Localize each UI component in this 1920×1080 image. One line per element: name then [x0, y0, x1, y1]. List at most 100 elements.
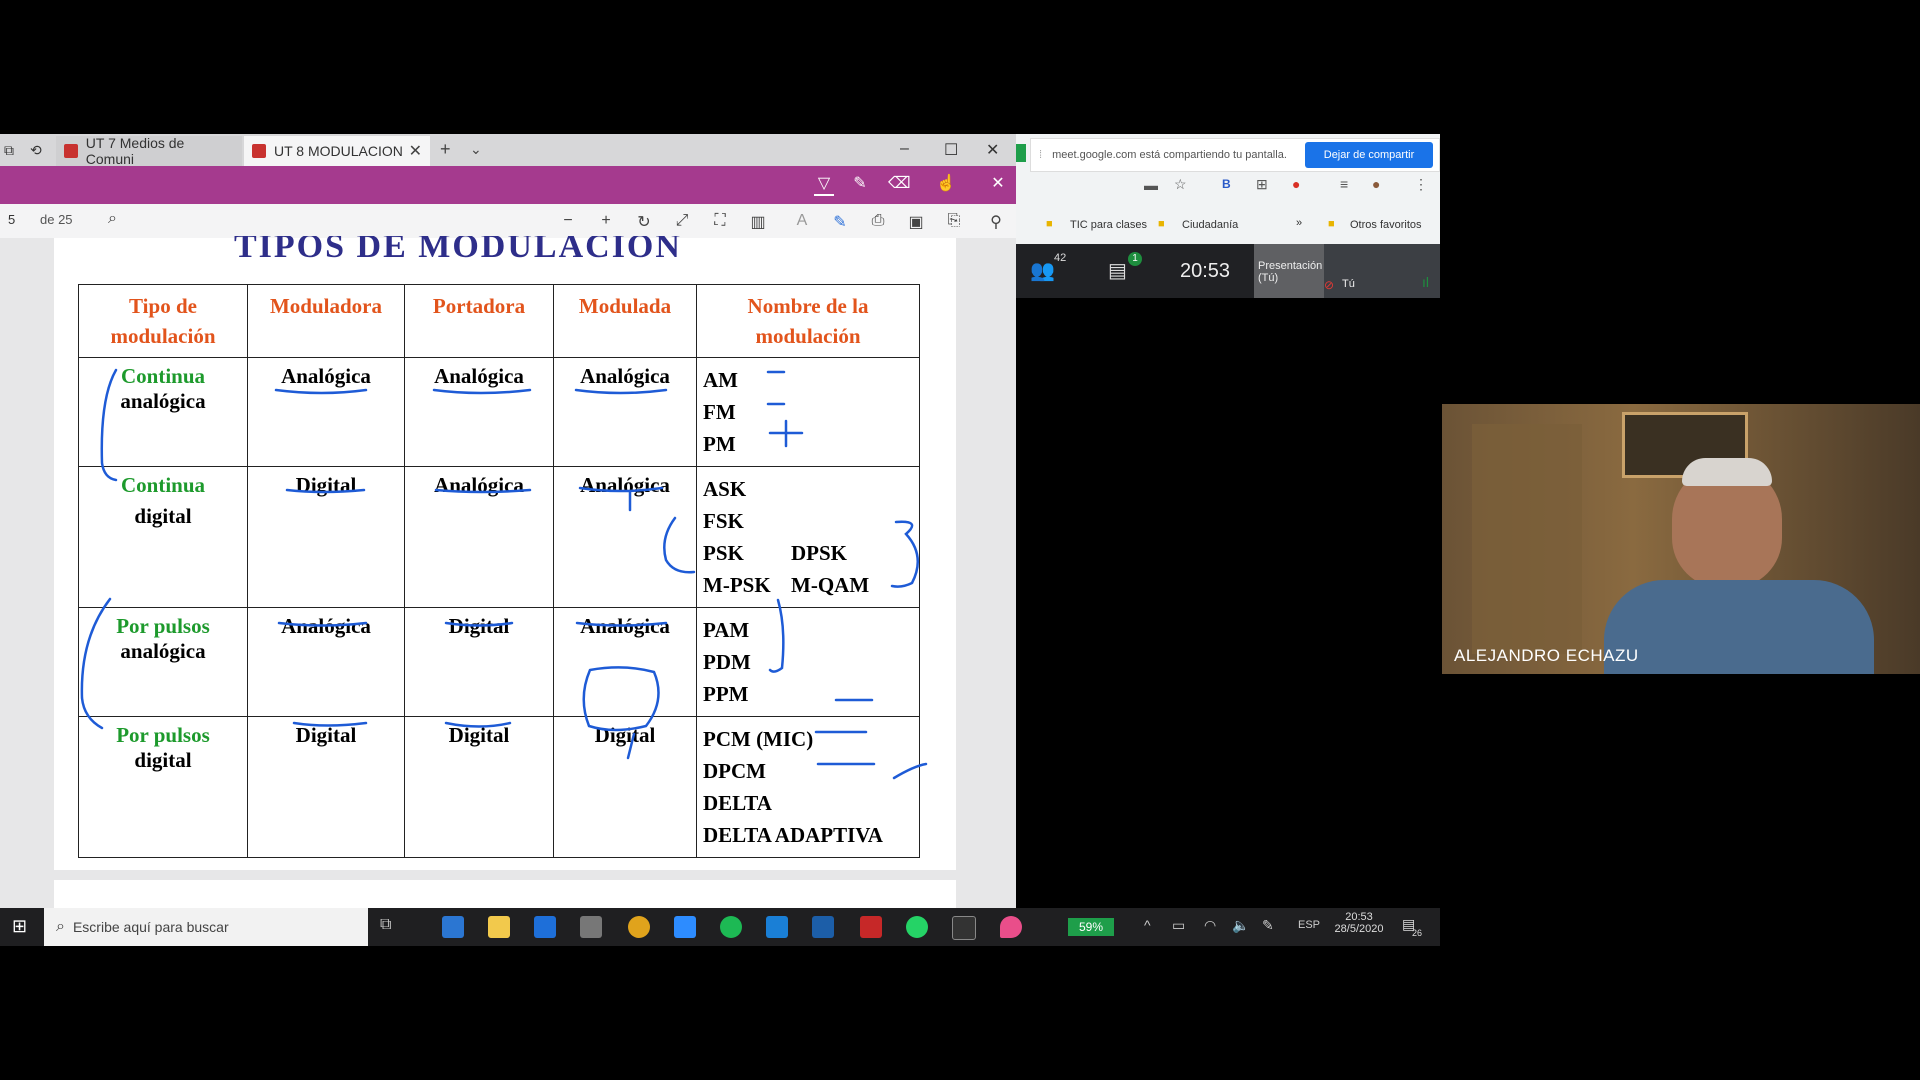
close-ink-icon[interactable]: ✕ — [988, 174, 1008, 194]
page-view-icon[interactable]: ▥ — [748, 212, 768, 232]
filezilla-app-icon[interactable] — [860, 916, 882, 938]
new-tab-icon[interactable]: + — [440, 139, 451, 160]
tab-bar: ⧉ ⟲ UT 7 Medios de Comuni UT 8 MODULACIO… — [0, 134, 1016, 167]
l-app-icon[interactable] — [766, 916, 788, 938]
maximize-icon[interactable]: ☐ — [944, 140, 958, 160]
ink-underline — [274, 388, 368, 395]
profile-avatar[interactable]: ● — [1372, 176, 1380, 192]
draw-icon[interactable]: ✎ — [830, 212, 850, 232]
terminal-app-icon[interactable] — [952, 916, 976, 940]
extension-icon[interactable]: B — [1222, 177, 1231, 191]
fit-icon[interactable]: ⤢ — [672, 212, 692, 230]
grid-icon[interactable]: ⊞ — [1256, 176, 1268, 193]
playlist-icon[interactable]: ≡ — [1340, 176, 1348, 192]
ink-underline — [432, 388, 532, 395]
ink-underline — [574, 388, 668, 395]
self-label: Tú — [1342, 278, 1355, 290]
rotate-icon[interactable]: ↻ — [634, 212, 654, 232]
close-window-icon[interactable]: ✕ — [986, 140, 999, 160]
ink-bracket — [100, 368, 118, 482]
read-aloud-icon[interactable]: A — [792, 212, 812, 230]
save-icon[interactable]: ▣ — [906, 212, 926, 232]
chat-icon[interactable]: ▤ — [1108, 258, 1127, 283]
taskbar-search[interactable]: ⌕ Escribe aquí para buscar — [44, 908, 368, 946]
share-banner: ⁞ meet.google.com está compartiendo tu p… — [1030, 138, 1440, 172]
ink-mark — [578, 486, 664, 512]
close-tab-icon[interactable]: ✕ — [409, 141, 422, 161]
print-icon[interactable]: ⎙ — [868, 212, 888, 230]
presentation-tile[interactable]: Presentación (Tú) — [1254, 244, 1324, 298]
self-tile[interactable]: ⊘ Tú ıl — [1324, 244, 1440, 298]
pdf-browser-window: ⧉ ⟲ UT 7 Medios de Comuni UT 8 MODULACIO… — [0, 134, 1016, 908]
tray-chevron-icon[interactable]: ^ — [1144, 917, 1151, 933]
pdf-page: TIPOS DE MODULACIÓN Tipo de modulación M… — [54, 236, 956, 870]
bookmark-item[interactable]: Ciudadanía — [1182, 219, 1238, 231]
app-icon[interactable] — [580, 916, 602, 938]
language-indicator[interactable]: ESP — [1298, 919, 1320, 931]
outlook-app-icon[interactable] — [534, 916, 556, 938]
tab-ut7[interactable]: UT 7 Medios de Comuni — [56, 135, 242, 167]
pdf-icon — [252, 144, 266, 158]
tab-ut8[interactable]: UT 8 MODULACION ✕ — [244, 136, 430, 166]
more-bookmarks-icon[interactable]: » — [1296, 217, 1302, 229]
zoom-out-icon[interactable]: − — [558, 212, 578, 230]
volume-icon[interactable]: 🔈 — [1232, 917, 1249, 934]
mail-app-icon[interactable] — [812, 916, 834, 938]
battery-meter[interactable]: 59% — [1068, 918, 1114, 936]
meet-top-bar: 👥 42 ▤ 1 20:53 Presentación (Tú) ⊘ Tú ıl — [1016, 244, 1440, 298]
tab-list-chevron-icon[interactable]: ⌄ — [470, 141, 482, 158]
folder-icon: ■ — [1046, 218, 1053, 230]
star-icon[interactable]: ☆ — [1174, 176, 1187, 193]
highlighter-icon[interactable]: ✎ — [850, 174, 870, 194]
ink-underline — [292, 721, 368, 727]
battery-icon[interactable]: ▭ — [1172, 917, 1185, 934]
pin-icon[interactable]: ⚲ — [986, 212, 1006, 232]
ink-underline — [285, 488, 366, 494]
page-total: de 25 — [40, 212, 73, 227]
ink-marks — [814, 698, 928, 780]
tab-label: UT 7 Medios de Comuni — [85, 135, 185, 167]
task-view-icon[interactable]: ⧉ — [380, 916, 391, 934]
edge-app-icon[interactable] — [442, 916, 464, 938]
touch-write-icon[interactable]: ☝ — [936, 174, 956, 194]
search-icon[interactable]: ⌕ — [108, 210, 117, 228]
bookmark-item[interactable]: TIC para clases — [1070, 219, 1147, 231]
minimize-icon[interactable]: – — [900, 140, 909, 158]
ink-bracket — [80, 597, 112, 730]
participants-icon[interactable]: 👥 — [1030, 258, 1055, 283]
explorer-app-icon[interactable] — [488, 916, 510, 938]
pen-icon[interactable]: ▽ — [814, 174, 834, 196]
chrome-toolbar: ▬ ☆ B ⊞ ● ≡ ● ⋮ — [1016, 174, 1440, 198]
tab-actions-icon[interactable]: ⧉ — [4, 142, 14, 159]
whatsapp-app-icon[interactable] — [906, 916, 928, 938]
date: 28/5/2020 — [1334, 923, 1384, 935]
notification-count: 26 — [1412, 928, 1423, 938]
windows-start-icon[interactable]: ⊞ — [12, 916, 27, 937]
sheets-icon — [1016, 144, 1026, 162]
wifi-icon[interactable]: ◠ — [1204, 917, 1216, 934]
folder-icon: ■ — [1158, 218, 1165, 230]
meet-clock: 20:53 — [1180, 260, 1231, 282]
camera-icon[interactable]: ▬ — [1144, 177, 1158, 193]
pen-tray-icon[interactable]: ✎ — [1262, 917, 1274, 934]
zoom-app-icon[interactable] — [674, 916, 696, 938]
save-as-icon[interactable]: ⎘ — [944, 212, 964, 230]
ink-underline — [434, 488, 532, 494]
stop-sharing-button[interactable]: Dejar de compartir — [1305, 142, 1433, 168]
spotify-app-icon[interactable] — [720, 916, 742, 938]
page-number-input[interactable]: 5 — [8, 212, 15, 227]
drag-handle-icon[interactable]: ⁞ — [1039, 149, 1042, 161]
menu-icon[interactable]: ⋮ — [1414, 176, 1428, 193]
fullscreen-icon[interactable]: ⛶ — [710, 212, 730, 230]
pdf-viewport[interactable]: TIPOS DE MODULACIÓN Tipo de modulación M… — [0, 236, 1016, 908]
extension-red-icon[interactable]: ● — [1292, 176, 1300, 192]
folder-icon: ■ — [1328, 218, 1335, 230]
zoom-in-icon[interactable]: + — [596, 212, 616, 230]
chrome-app-icon[interactable] — [628, 916, 650, 938]
bookmark-item[interactable]: Otros favoritos — [1350, 219, 1422, 231]
eraser-icon[interactable]: ⌫ — [888, 174, 911, 194]
app-icon[interactable] — [1000, 916, 1022, 938]
taskbar: ⊞ ⌕ Escribe aquí para buscar ⧉ 59% ^ ▭ ◠… — [0, 908, 1440, 946]
back-tab-icon[interactable]: ⟲ — [30, 142, 42, 159]
clock[interactable]: 20:53 28/5/2020 — [1332, 911, 1386, 935]
